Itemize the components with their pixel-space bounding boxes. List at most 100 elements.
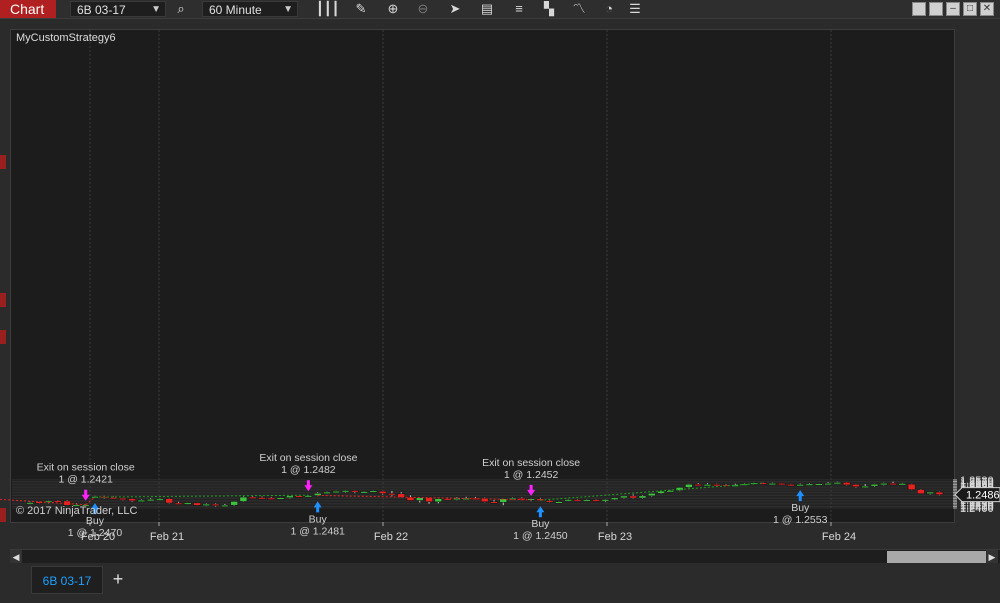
candle-body: [119, 497, 127, 500]
candle-body: [156, 498, 164, 501]
exit-price-label: 1 @ 1.2452: [504, 469, 559, 481]
candle-body: [545, 500, 554, 503]
candle-body: [777, 483, 786, 486]
exit-label: Exit on session close: [37, 462, 135, 474]
exit-label: Exit on session close: [482, 457, 580, 469]
candle-body: [239, 496, 248, 502]
tab-instrument[interactable]: 6B 03-17: [31, 566, 103, 594]
candle-body: [629, 495, 637, 499]
candle-body: [295, 495, 303, 498]
candle-body: [416, 497, 424, 501]
candle-body: [648, 493, 656, 497]
candle-body: [174, 502, 183, 505]
tab-bar: [0, 563, 1000, 603]
candle-body: [146, 499, 155, 502]
candle-body: [917, 489, 925, 494]
x-tick-label: Feb 23: [598, 531, 632, 543]
trade-connector-line: [540, 482, 764, 501]
candle-body: [267, 497, 276, 500]
candle-body: [796, 484, 804, 487]
candle-body: [610, 497, 619, 500]
buy-price-label: 1 @ 1.2553: [773, 514, 828, 526]
candle-body: [54, 500, 62, 503]
candle-body: [768, 483, 777, 486]
buy-label: Buy: [531, 518, 550, 530]
candle-body: [137, 499, 146, 502]
horizontal-scrollbar[interactable]: ◀ ▶: [10, 549, 1000, 564]
scroll-left-icon[interactable]: ◀: [10, 550, 22, 564]
candle-body: [703, 484, 712, 487]
buy-price-label: 1 @ 1.2450: [513, 530, 568, 542]
candle-body: [202, 503, 211, 506]
candle-body: [276, 497, 285, 500]
candle-body: [26, 502, 34, 505]
candle-body: [434, 498, 443, 503]
candle-body: [378, 491, 387, 494]
candle-body: [805, 483, 814, 486]
candle-body: [369, 490, 378, 493]
candle-body: [258, 497, 266, 500]
trade-connector-line: [317, 494, 532, 501]
candle-body: [833, 482, 842, 485]
x-tick-label: Feb 24: [822, 531, 856, 543]
candle-body: [935, 491, 944, 495]
scroll-thumb[interactable]: [887, 551, 995, 563]
add-tab-button[interactable]: +: [108, 566, 128, 594]
candle-body: [443, 498, 452, 501]
buy-price-label: 1 @ 1.2481: [290, 525, 345, 537]
candle-body: [165, 498, 173, 504]
candle-body: [685, 484, 693, 488]
candle-body: [128, 498, 136, 502]
candle-body: [230, 501, 238, 506]
candle-body: [184, 502, 192, 505]
candle-body: [907, 483, 916, 490]
candle-body: [824, 483, 832, 486]
candle-body: [657, 490, 665, 494]
candle-body: [815, 483, 823, 486]
current-price-label: 1.2486: [966, 490, 1000, 502]
exit-price-label: 1 @ 1.2421: [58, 474, 113, 486]
candle-body: [304, 495, 313, 498]
candle-body: [286, 495, 294, 498]
exit-label: Exit on session close: [259, 452, 357, 464]
copyright-notice: © 2017 NinjaTrader, LLC: [16, 505, 138, 517]
exit-price-label: 1 @ 1.2482: [281, 464, 336, 476]
candle-body: [109, 497, 118, 500]
candle-body: [620, 495, 628, 499]
candle-body: [323, 491, 331, 494]
candle-body: [861, 485, 869, 488]
candle-body: [564, 499, 572, 502]
candle-body: [712, 484, 721, 487]
candle-body: [211, 503, 220, 506]
y-tick-label: 1.2400: [960, 503, 994, 515]
candle-body: [638, 495, 647, 499]
buy-arrow-icon: [796, 490, 805, 502]
candle-body: [583, 499, 591, 502]
strategy-name: MyCustomStrategy6: [16, 32, 116, 44]
candle-body: [490, 501, 498, 504]
candle-body: [221, 504, 229, 507]
candle-body: [341, 490, 350, 493]
candle-body: [852, 484, 860, 487]
scroll-right-icon[interactable]: ▶: [986, 550, 998, 564]
candle-body: [313, 493, 322, 496]
candle-body: [555, 501, 563, 504]
candle-body: [842, 482, 851, 486]
candle-body: [694, 484, 702, 487]
candle-body: [592, 499, 600, 502]
buy-label: Buy: [791, 502, 810, 514]
candle-body: [193, 502, 201, 506]
candle-body: [425, 497, 433, 503]
buy-label: Buy: [309, 513, 328, 525]
candle-body: [787, 484, 795, 487]
buy-price-label: 1 @ 1.2470: [68, 527, 123, 539]
candle-body: [889, 483, 897, 486]
candle-body: [332, 491, 340, 494]
candle-body: [351, 490, 359, 493]
candle-body: [880, 483, 888, 486]
candlestick-chart[interactable]: 1.25801.25701.25601.25501.25401.25301.25…: [0, 0, 1000, 549]
candle-body: [248, 496, 257, 499]
candle-body: [666, 490, 675, 493]
candle-body: [898, 483, 907, 486]
candle-body: [360, 491, 368, 494]
